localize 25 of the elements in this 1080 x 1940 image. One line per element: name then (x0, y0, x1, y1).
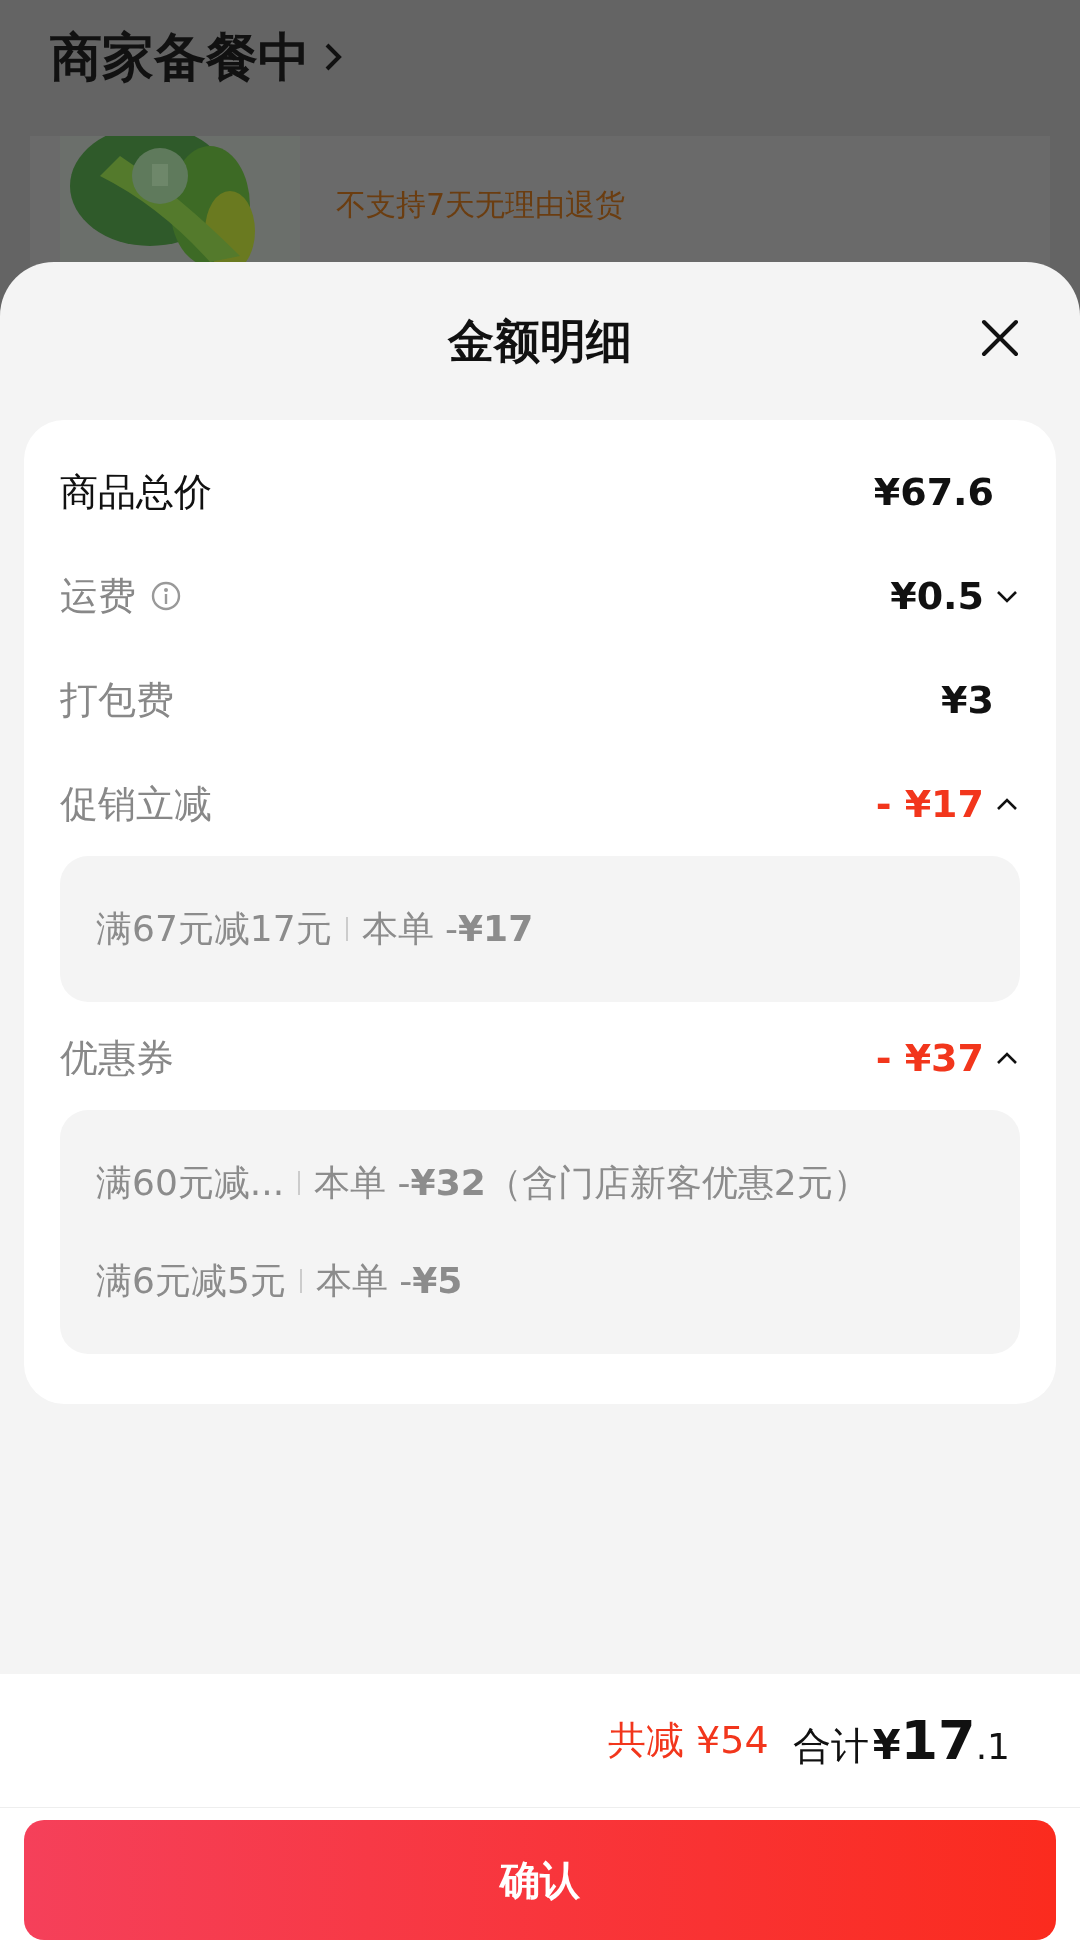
confirm-button[interactable]: 确认 (24, 1820, 1056, 1940)
discount-rule: 满6元减5元 (96, 1259, 286, 1303)
discount-rule: 满60元减... (96, 1161, 285, 1205)
price-value: ¥67.6 (873, 468, 994, 516)
price-label: 商品总价 (60, 468, 212, 516)
return-policy-note: 不支持7天无理由退货 (336, 186, 626, 224)
total-amount: ¥17.1 (872, 1708, 1010, 1774)
chevron-right-icon (324, 42, 342, 72)
price-value: - ¥37 (875, 1034, 984, 1082)
order-status-title[interactable]: 商家备餐中 (50, 18, 310, 96)
total-discount: 共减 ¥54 (608, 1717, 769, 1764)
price-label: 优惠券 (60, 1034, 174, 1082)
discount-amount: 本单 -¥5 (315, 1259, 463, 1303)
discount-amount: 本单 -¥32（含门店新客优惠2元） (314, 1161, 869, 1205)
sheet-title: 金额明细 (448, 312, 632, 370)
price-label: 打包费 (60, 676, 174, 724)
total-label: 合计 (792, 1723, 869, 1770)
info-icon[interactable] (150, 580, 182, 612)
price-label: 促销立减 (60, 780, 212, 828)
price-value: ¥0.5 (890, 572, 984, 620)
price-value: ¥3 (941, 676, 994, 724)
discount-amount: 本单 -¥17 (361, 907, 534, 951)
price-label: 运费 (60, 572, 136, 620)
discount-rule: 满67元减17元 (96, 907, 332, 951)
price-value: - ¥17 (875, 780, 984, 828)
